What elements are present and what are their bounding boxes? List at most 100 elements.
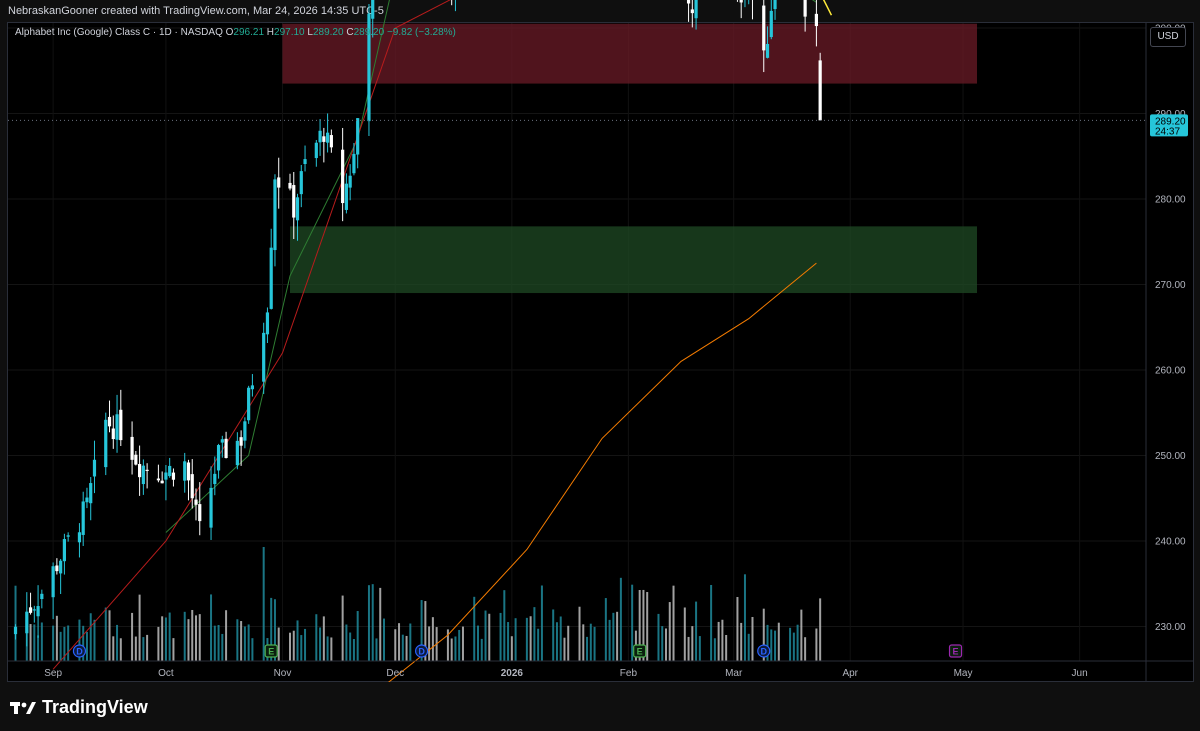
volume-bar: [161, 616, 164, 661]
candle-body: [119, 409, 123, 441]
volume-bar: [349, 632, 352, 661]
volume-bar: [480, 638, 483, 661]
volume-bar: [608, 619, 611, 661]
volume-bar: [379, 587, 382, 661]
volume-bar: [725, 634, 728, 661]
candle-body: [686, 0, 691, 4]
volume-bar: [770, 629, 773, 661]
volume-bar: [164, 617, 167, 661]
volume-bar: [289, 632, 291, 661]
volume-bar: [409, 623, 412, 661]
volume-bar: [183, 611, 186, 661]
volume-bar: [371, 584, 374, 661]
candle-body: [818, 60, 822, 121]
candle-body: [66, 535, 70, 537]
tradingview-logo-icon: [10, 701, 36, 714]
x-tick-label: 2026: [501, 668, 524, 679]
volume-bar: [292, 630, 295, 661]
volume-bar: [713, 638, 716, 661]
volume-bar: [116, 624, 119, 661]
candle-body: [213, 473, 217, 485]
candle-body: [344, 183, 348, 210]
symbol-title: Alphabet Inc (Google) Class C · 1D · NAS…: [15, 27, 223, 38]
volume-bar: [646, 592, 649, 661]
candle-body: [81, 501, 85, 535]
volume-bar: [691, 626, 694, 661]
candle-body: [13, 626, 18, 635]
candle-body: [341, 149, 345, 204]
volume-bar: [717, 621, 720, 661]
candle-body: [371, 0, 375, 19]
volume-bar: [740, 622, 743, 661]
x-tick-label: Oct: [158, 668, 174, 679]
volume-bar: [751, 616, 754, 661]
volume-bar: [300, 635, 303, 661]
volume-bar: [296, 620, 299, 661]
x-tick-label: Apr: [842, 668, 858, 679]
x-tick-label: Jun: [1072, 668, 1088, 679]
volume-bar: [108, 610, 111, 661]
volume-bar: [398, 623, 401, 661]
price-chart[interactable]: 230.00240.00250.00260.00270.00280.00290.…: [0, 0, 1200, 731]
y-tick-label: 260.00: [1155, 366, 1186, 377]
currency-button[interactable]: USD: [1150, 27, 1186, 47]
volume-bar: [352, 638, 355, 661]
open-value: 296.21: [233, 27, 265, 38]
volume-bar: [537, 628, 540, 661]
volume-bar: [119, 638, 122, 661]
candle-body: [265, 312, 270, 335]
volume-bar: [198, 614, 201, 661]
candle-body: [115, 414, 119, 440]
volume-bar: [789, 627, 792, 661]
volume-bar: [187, 619, 190, 661]
volume-bar: [747, 633, 750, 661]
close-value: 289.20: [353, 27, 385, 38]
volume-bar: [326, 636, 329, 661]
volume-bar: [503, 590, 506, 661]
volume-bar: [172, 638, 175, 661]
volume-bar: [619, 577, 622, 661]
candle-body: [303, 159, 307, 165]
volume-bar: [330, 637, 333, 661]
volume-bar: [710, 584, 713, 661]
volume-bar: [356, 611, 359, 661]
candle-body: [803, 0, 807, 17]
volume-bar: [319, 627, 322, 661]
volume-bar: [131, 612, 134, 661]
candle-body: [104, 419, 108, 468]
candle-body: [352, 153, 356, 174]
high-label: H: [266, 27, 275, 38]
close-label: C: [346, 27, 354, 38]
candle-body: [134, 454, 138, 465]
volume-bar: [657, 613, 660, 661]
tradingview-brand[interactable]: TradingView: [10, 697, 148, 718]
volume-bar: [800, 609, 803, 661]
volume-bar: [743, 574, 746, 661]
volume-bar: [458, 629, 461, 661]
volume-bar: [431, 617, 434, 661]
candle-body: [194, 499, 198, 505]
candle-body: [62, 539, 66, 562]
volume-bar: [796, 624, 799, 661]
volume-bar: [251, 638, 254, 661]
candle-body: [288, 182, 292, 189]
candle-body: [40, 593, 44, 600]
volume-bar: [247, 624, 250, 661]
volume-bar: [315, 614, 318, 661]
volume-bar: [157, 626, 160, 661]
candle-body: [318, 130, 322, 143]
volume-bar: [191, 609, 194, 661]
volume-bar: [367, 585, 370, 661]
volume-bar: [582, 624, 585, 661]
volume-bar: [695, 601, 698, 661]
candle-body: [107, 416, 112, 427]
volume-bar: [345, 624, 348, 661]
candle-body: [322, 136, 326, 142]
trendline[interactable]: [617, 0, 833, 16]
event-marker-label: E: [637, 647, 643, 657]
candle-body: [295, 197, 300, 221]
candle-body: [141, 465, 145, 485]
volume-bar: [37, 635, 40, 661]
support-zone[interactable]: [290, 226, 977, 294]
candle-body: [145, 469, 149, 471]
